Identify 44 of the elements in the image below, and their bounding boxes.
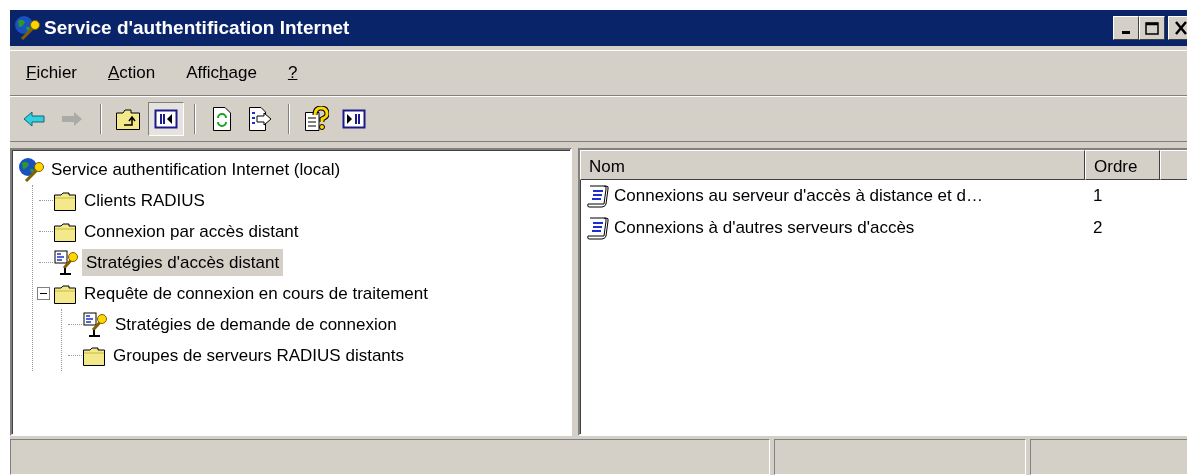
forward-arrow-icon: [60, 109, 84, 129]
collapse-icon[interactable]: [36, 287, 50, 300]
back-arrow-icon: [22, 109, 46, 129]
refresh-icon: [211, 106, 233, 132]
scroll-icon: [586, 183, 612, 209]
menu-item[interactable]: Action: [108, 60, 171, 86]
tree-item[interactable]: Stratégies d'accès distant: [82, 248, 284, 277]
minimize-button[interactable]: [1113, 16, 1139, 40]
close-button[interactable]: [1168, 16, 1187, 40]
menu-item[interactable]: Affichage: [186, 60, 272, 86]
globe-key-icon: [14, 15, 40, 41]
tree-item[interactable]: Requête de connexion en cours de traitement: [80, 279, 432, 308]
tree-pane-icon: [154, 108, 178, 130]
column-header[interactable]: Nom: [580, 150, 1085, 180]
menu-item[interactable]: ?: [287, 60, 313, 86]
window-title: Service d'authentification Internet: [44, 15, 350, 40]
folder-icon: [53, 220, 77, 243]
order-cell-text: 1: [1092, 185, 1103, 208]
policy-key-icon: [53, 249, 79, 276]
action-pane-icon: [342, 108, 366, 130]
scroll-icon: [586, 215, 612, 241]
globe-key-icon: [18, 156, 44, 183]
menu-item[interactable]: Fichier: [26, 60, 92, 86]
close-icon: [1175, 21, 1187, 35]
list-item-name[interactable]: Connexions au serveur d'accès à distance et d…: [612, 183, 1081, 209]
tree-item[interactable]: Stratégies de demande de connexion: [111, 310, 401, 339]
tree-pane-button[interactable]: [148, 102, 184, 136]
tree-item[interactable]: Groupes de serveurs RADIUS distants: [109, 341, 408, 370]
list-item-name[interactable]: Connexions à d'autres serveurs d'accès: [612, 215, 1081, 241]
help-icon: [303, 106, 329, 132]
maximize-icon: [1145, 21, 1159, 35]
policy-key-icon: [82, 311, 108, 338]
export-list-icon: [247, 106, 273, 132]
maximize-button[interactable]: [1139, 16, 1165, 40]
folder-icon: [53, 282, 77, 305]
minimize-icon: [1122, 31, 1130, 34]
order-cell-text: 2: [1092, 217, 1103, 240]
tree-item[interactable]: Connexion par accès distant: [80, 217, 303, 246]
tree-item[interactable]: Service authentification Internet (local): [47, 155, 345, 184]
folder-icon: [82, 344, 106, 367]
tree-item[interactable]: Clients RADIUS: [80, 186, 209, 215]
up-folder-icon: [115, 107, 141, 131]
folder-icon: [53, 189, 77, 212]
column-header[interactable]: Ordre: [1085, 150, 1160, 180]
